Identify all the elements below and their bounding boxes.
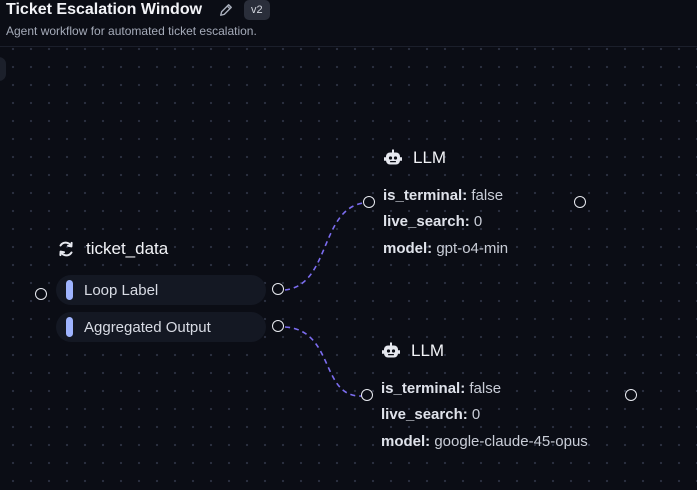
wire-aggregated-output-to-llm-2 xyxy=(284,326,363,397)
robot-icon xyxy=(382,342,400,358)
prop-key: model: xyxy=(381,433,431,450)
robot-icon xyxy=(384,149,402,165)
prop-value: false xyxy=(469,380,502,397)
prop-key: is_terminal: xyxy=(383,187,468,204)
llm-2-input-handle[interactable] xyxy=(361,389,373,401)
port-loop-label[interactable]: Loop Label xyxy=(56,275,266,305)
llm-1-prop-live-search: live_search: 0 xyxy=(383,213,482,230)
port-label: Loop Label xyxy=(84,281,159,299)
prop-value: 0 xyxy=(473,213,483,230)
llm-2-output-handle[interactable] xyxy=(625,389,637,401)
llm-2-title: LLM xyxy=(411,341,445,360)
prop-key: live_search: xyxy=(383,213,470,230)
llm-2-node-title[interactable]: LLM xyxy=(381,341,444,361)
prop-value: gpt-o4-min xyxy=(436,240,509,257)
loop-label-output-handle[interactable] xyxy=(272,283,284,295)
llm-2-prop-model: model: google-claude-45-opus xyxy=(381,433,588,450)
port-label: Aggregated Output xyxy=(84,318,211,336)
llm-1-output-handle[interactable] xyxy=(574,196,586,208)
prop-key: model: xyxy=(383,240,433,257)
port-indicator xyxy=(66,280,73,300)
llm-1-input-handle[interactable] xyxy=(363,196,375,208)
prop-key: is_terminal: xyxy=(381,380,466,397)
prop-value: 0 xyxy=(471,406,481,423)
llm-2-prop-is-terminal: is_terminal: false xyxy=(381,380,501,397)
port-aggregated-output[interactable]: Aggregated Output xyxy=(56,312,266,342)
refresh-icon xyxy=(59,241,73,257)
wire-loop-label-to-llm-1 xyxy=(284,202,364,291)
prop-value: google-claude-45-opus xyxy=(434,433,588,450)
aggregated-output-output-handle[interactable] xyxy=(272,320,284,332)
llm-1-node-title[interactable]: LLM xyxy=(383,148,446,168)
ticket-data-input-handle[interactable] xyxy=(35,288,47,300)
prop-value: false xyxy=(471,187,504,204)
llm-1-prop-is-terminal: is_terminal: false xyxy=(383,187,503,204)
llm-1-prop-model: model: gpt-o4-min xyxy=(383,240,508,257)
ticket-data-title: ticket_data xyxy=(86,239,169,258)
llm-1-title: LLM xyxy=(413,148,447,167)
port-indicator xyxy=(66,317,73,337)
llm-2-prop-live-search: live_search: 0 xyxy=(381,406,480,423)
prop-key: live_search: xyxy=(381,406,468,423)
ticket-data-node-title[interactable]: ticket_data xyxy=(56,239,168,259)
